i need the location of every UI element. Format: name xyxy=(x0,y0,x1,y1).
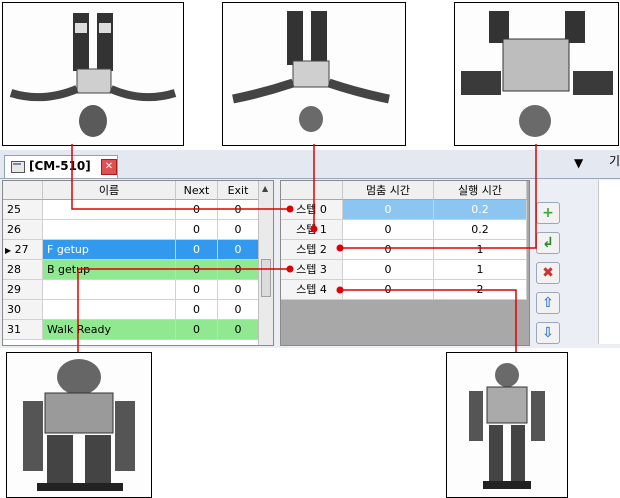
column-header-exit[interactable]: Exit xyxy=(218,181,259,200)
exit-value[interactable]: 0 xyxy=(218,260,259,280)
column-header-pause-time[interactable]: 멈춤 시간 xyxy=(343,181,434,200)
step-row[interactable]: 스텝 2 0 1 xyxy=(281,240,527,260)
step-label: 스텝 2 xyxy=(281,240,343,260)
motion-editor-window: [CM-510] ✕ ▼ 기 이름 Next Exit 25 0 0 26 0 … xyxy=(0,150,620,348)
motion-name[interactable]: B getup xyxy=(43,260,176,280)
exit-value[interactable]: 0 xyxy=(218,200,259,220)
exec-time-value[interactable]: 2 xyxy=(434,280,527,300)
table-row[interactable]: 30 0 0 xyxy=(3,300,259,320)
column-header-num xyxy=(3,181,43,200)
move-down-button[interactable]: ⇩ xyxy=(536,322,560,344)
next-value[interactable]: 0 xyxy=(176,260,218,280)
row-number: 30 xyxy=(3,300,43,320)
exit-value[interactable]: 0 xyxy=(218,240,259,260)
motion-name[interactable]: F getup xyxy=(43,240,176,260)
row-number: 29 xyxy=(3,280,43,300)
exec-time-value[interactable]: 1 xyxy=(434,260,527,280)
motion-name[interactable] xyxy=(43,220,176,240)
add-icon: + xyxy=(542,205,554,221)
scroll-thumb[interactable] xyxy=(261,259,271,297)
move-down-icon: ⇩ xyxy=(542,325,554,341)
step-label: 스텝 3 xyxy=(281,260,343,280)
tab-bar: [CM-510] ✕ ▼ 기 xyxy=(0,150,620,179)
motion-name[interactable] xyxy=(43,300,176,320)
step-row[interactable]: 스텝 1 0 0.2 xyxy=(281,220,527,240)
pause-time-value[interactable]: 0 xyxy=(343,200,434,220)
tab-title: [CM-510] xyxy=(29,159,91,173)
add-step-button[interactable]: + xyxy=(536,202,560,224)
next-value[interactable]: 0 xyxy=(176,200,218,220)
robot-photo-step1 xyxy=(222,2,406,146)
motion-name[interactable] xyxy=(43,200,176,220)
vertical-scrollbar[interactable]: ▲ xyxy=(258,181,273,345)
exec-time-value[interactable]: 0.2 xyxy=(434,200,527,220)
insert-icon: ↲ xyxy=(542,235,554,251)
next-value[interactable]: 0 xyxy=(176,240,218,260)
exec-time-value[interactable]: 1 xyxy=(434,240,527,260)
row-number: 25 xyxy=(3,200,43,220)
row-number: 26 xyxy=(3,220,43,240)
exit-value[interactable]: 0 xyxy=(218,300,259,320)
exit-value[interactable]: 0 xyxy=(218,220,259,240)
step-label: 스텝 4 xyxy=(281,280,343,300)
exit-value[interactable]: 0 xyxy=(218,280,259,300)
motion-name[interactable]: Walk Ready xyxy=(43,320,176,340)
motion-list-grid: 이름 Next Exit 25 0 0 26 0 0 ▶ 27 F getup … xyxy=(2,180,274,346)
column-header-exec-time[interactable]: 실행 시간 xyxy=(434,181,527,200)
table-row-selected[interactable]: ▶ 27 F getup 0 0 xyxy=(3,240,259,260)
motion-name[interactable] xyxy=(43,280,176,300)
next-value[interactable]: 0 xyxy=(176,320,218,340)
step-row[interactable]: 스텝 4 0 2 xyxy=(281,280,527,300)
close-icon[interactable]: ✕ xyxy=(101,159,117,175)
delete-icon: ✖ xyxy=(542,265,554,281)
move-up-button[interactable]: ⇧ xyxy=(536,292,560,314)
step-label: 스텝 0 xyxy=(281,200,343,220)
table-row[interactable]: 28 B getup 0 0 xyxy=(3,260,259,280)
table-row[interactable]: 31 Walk Ready 0 0 xyxy=(3,320,259,340)
move-up-icon: ⇧ xyxy=(542,295,554,311)
row-number-text: 27 xyxy=(14,243,29,256)
scroll-up-icon[interactable]: ▲ xyxy=(262,184,268,193)
robot-photo-step3 xyxy=(6,352,152,498)
robot-photo-step4 xyxy=(446,352,568,498)
side-panel xyxy=(598,180,620,344)
pause-time-value[interactable]: 0 xyxy=(343,240,434,260)
exit-value[interactable]: 0 xyxy=(218,320,259,340)
chevron-down-icon[interactable]: ▼ xyxy=(574,156,583,170)
step-label: 스텝 1 xyxy=(281,220,343,240)
next-value[interactable]: 0 xyxy=(176,300,218,320)
row-number: 31 xyxy=(3,320,43,340)
next-value[interactable]: 0 xyxy=(176,280,218,300)
document-icon xyxy=(11,161,25,173)
robot-photo-step0 xyxy=(2,2,184,146)
step-row-selected[interactable]: 스텝 0 0 0.2 xyxy=(281,200,527,220)
step-list-grid: 멈춤 시간 실행 시간 스텝 0 0 0.2 스텝 1 0 0.2 스텝 2 0… xyxy=(280,180,530,346)
row-number: 28 xyxy=(3,260,43,280)
column-header-name[interactable]: 이름 xyxy=(43,181,176,200)
insert-step-button[interactable]: ↲ xyxy=(536,232,560,254)
side-panel-label: 기 xyxy=(609,154,620,168)
exec-time-value[interactable]: 0.2 xyxy=(434,220,527,240)
table-row[interactable]: 26 0 0 xyxy=(3,220,259,240)
current-row-marker-icon: ▶ xyxy=(5,246,12,255)
pause-time-value[interactable]: 0 xyxy=(343,280,434,300)
tab-cm510[interactable]: [CM-510] ✕ xyxy=(4,155,118,178)
delete-step-button[interactable]: ✖ xyxy=(536,262,560,284)
pause-time-value[interactable]: 0 xyxy=(343,220,434,240)
row-number: ▶ 27 xyxy=(3,240,43,260)
table-row[interactable]: 25 0 0 xyxy=(3,200,259,220)
column-header-next[interactable]: Next xyxy=(176,181,218,200)
table-row[interactable]: 29 0 0 xyxy=(3,280,259,300)
column-header-step xyxy=(281,181,343,200)
pause-time-value[interactable]: 0 xyxy=(343,260,434,280)
step-row[interactable]: 스텝 3 0 1 xyxy=(281,260,527,280)
robot-photo-step2 xyxy=(454,2,619,146)
next-value[interactable]: 0 xyxy=(176,220,218,240)
